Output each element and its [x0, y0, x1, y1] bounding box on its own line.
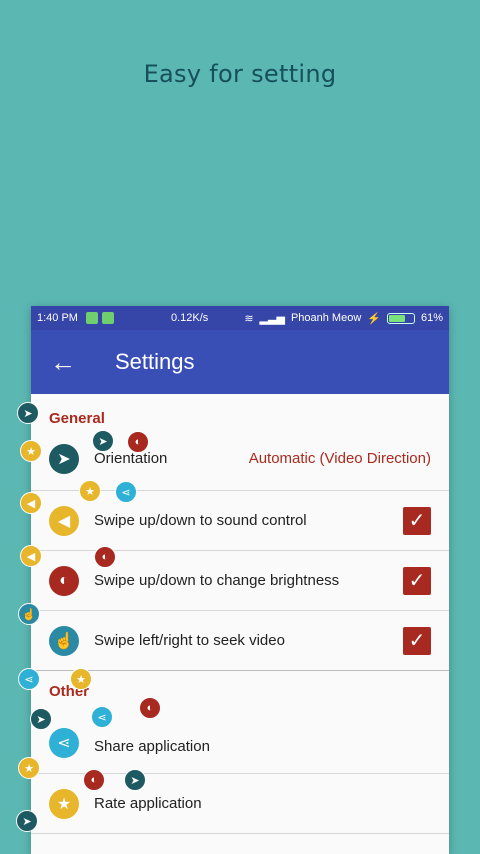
star-icon: ★ [18, 757, 40, 779]
seek-checkbox[interactable]: ✓ [403, 626, 431, 655]
signal-icon: ▂▃▅ [259, 312, 285, 325]
navigation-icon: ➤ [17, 402, 39, 424]
volume-icon: ◀ [20, 545, 42, 567]
navigation-icon: ➤ [124, 769, 146, 791]
setting-label: Share application [94, 738, 210, 755]
setting-label: Swipe left/right to seek video [94, 632, 285, 649]
navigation-icon: ➤ [92, 430, 114, 452]
brightness-icon: ◐ [127, 431, 149, 453]
setting-label: Swipe up/down to change brightness [94, 572, 340, 589]
back-arrow-icon[interactable]: ← [31, 330, 95, 394]
share-icon: ⋖ [18, 668, 40, 690]
battery-level-fill [388, 314, 405, 322]
star-icon: ★ [49, 788, 79, 819]
star-icon: ★ [20, 440, 42, 462]
notification-icon [85, 312, 98, 324]
sound-control-checkbox[interactable]: ✓ [403, 506, 431, 535]
charging-icon: ⚡ [367, 312, 381, 325]
navigation-icon: ➤ [49, 443, 79, 474]
setting-label: Swipe up/down to sound control [94, 512, 307, 529]
brightness-icon: ◐ [49, 565, 79, 596]
wifi-icon: ≋ [244, 312, 254, 325]
brightness-checkbox[interactable]: ✓ [403, 566, 431, 595]
share-icon: ⋖ [91, 706, 113, 728]
notification-icon [101, 312, 114, 324]
promo-headline: Easy for setting [143, 60, 337, 88]
star-icon: ★ [79, 480, 101, 502]
status-time: 1:40 PM [37, 312, 78, 324]
setting-label: Rate application [94, 795, 202, 812]
carrier-name: Phoanh Meow [290, 312, 362, 324]
navigation-icon: ➤ [30, 708, 52, 730]
brightness-icon: ◐ [139, 697, 161, 719]
brightness-icon: ◐ [94, 546, 116, 568]
battery-percent: 61% [420, 312, 443, 324]
network-speed: 0.12K/s [171, 312, 209, 324]
orientation-value[interactable]: Automatic (Video Direction) [249, 450, 431, 467]
setting-label: Orientation [94, 450, 168, 467]
brightness-icon: ◐ [83, 769, 105, 791]
volume-icon: ◀ [20, 492, 42, 514]
section-header-other: Other [49, 683, 90, 700]
touch-icon: ☝ [18, 603, 40, 625]
share-icon: ⋖ [49, 728, 79, 758]
touch-icon: ☝ [49, 625, 79, 656]
volume-icon: ◀ [49, 505, 79, 536]
share-icon: ⋖ [115, 481, 137, 503]
status-bar: 1:40 PM 0.12K/s ≋ ▂▃▅ Phoanh Meow ⚡ 61% [31, 306, 449, 330]
star-icon: ★ [70, 668, 92, 690]
setting-seek[interactable]: ☝ Swipe left/right to seek video ✓ [31, 611, 449, 671]
section-header-general: General [49, 410, 105, 427]
page-title: Settings [115, 349, 195, 374]
battery-icon [386, 312, 415, 324]
navigation-icon: ➤ [16, 810, 38, 832]
app-bar: ← Settings [31, 330, 449, 394]
